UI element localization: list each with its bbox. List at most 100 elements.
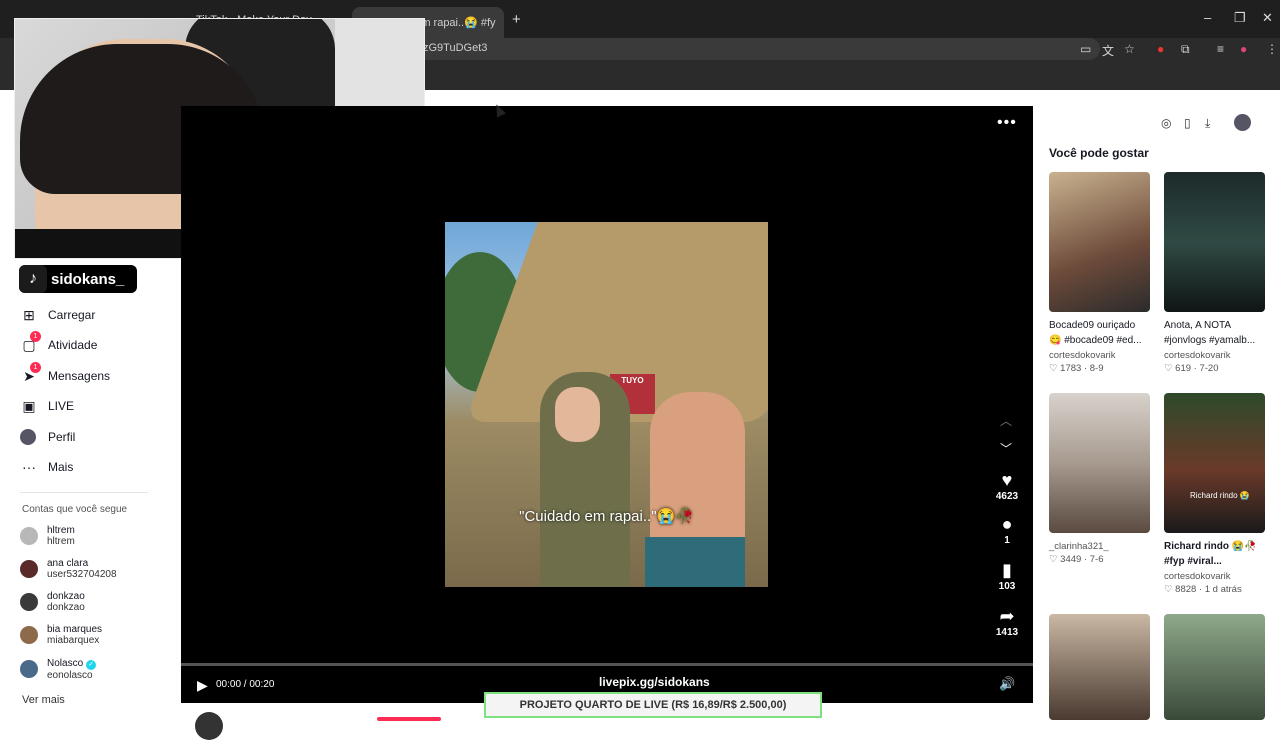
cast-icon[interactable]: ▭ [1080,42,1091,56]
video-subtitle: "Cuidado em rapai.."😭🥀 [445,507,768,525]
share-button[interactable]: ➦ 1413 [990,606,1024,638]
previous-video-icon[interactable]: ︿ [1000,412,1012,429]
comment-button[interactable]: ● 1 [990,514,1024,546]
divider [20,492,148,493]
video-frame[interactable]: TUYO [445,222,768,587]
avatar [20,626,38,644]
tiktok-logo[interactable]: ♪ sidokans_ [19,265,137,293]
nav-messages[interactable]: ➤1 Mensagens [20,364,110,388]
brand-name: sidokans_ [51,271,124,288]
video-thumbnail[interactable]: Richard rindo 😭 [1164,393,1265,533]
account-handle: user532704208 [47,569,117,580]
creator-avatar[interactable] [195,712,223,740]
new-tab-button[interactable]: + [512,11,521,28]
recommended-video[interactable]: Bocade09 ouriçado 😋 #bocade09 #ed... cor… [1049,172,1150,374]
following-account[interactable]: bia marquesmiabarquex [20,620,102,650]
more-options-icon[interactable]: ••• [997,114,1017,132]
share-count: 1413 [990,627,1024,638]
nav-upload[interactable]: ⊞ Carregar [20,303,95,327]
profile-avatar-icon [20,429,36,445]
device-icon[interactable]: ▯ [1184,116,1191,130]
video-thumbnail[interactable] [1049,614,1150,720]
upload-icon: ⊞ [20,307,38,324]
following-account[interactable]: hltremhltrem [20,521,75,551]
video-time: 00:00 / 00:20 [216,679,274,690]
thumbnail-text: Richard rindo 😭 [1190,491,1250,500]
follow-button[interactable] [377,717,441,721]
account-name: bia marques [47,624,102,635]
account-handle: hltrem [47,536,75,547]
donation-goal-banner: PROJETO QUARTO DE LIVE (R$ 16,89/R$ 2.50… [484,692,822,718]
following-account[interactable]: Nolasco✓eonolasco [20,654,96,684]
heart-outline-icon: ♡ [1164,363,1175,374]
video-thumbnail[interactable] [1049,172,1150,312]
recommended-video[interactable]: Anota, A NOTA #jonvlogs #yamalb... corte… [1164,172,1265,374]
following-account[interactable]: donkzaodonkzao [20,587,85,617]
compass-icon[interactable]: ◎ [1161,116,1171,130]
profile-icon[interactable]: ● [1240,42,1247,56]
account-handle: donkzao [47,602,85,613]
share-icon: ➦ [990,606,1024,627]
live-icon: ▣ [20,398,38,415]
see-more-link[interactable]: Ver mais [22,694,65,706]
bookmark-icon: ▮ [990,560,1024,581]
heart-icon: ♥ [990,470,1024,491]
video-author[interactable]: _clarinha321_ [1049,541,1150,552]
bookmark-star-icon[interactable]: ☆ [1124,42,1135,56]
recommendations-title: Você pode gostar [1049,146,1149,160]
like-button[interactable]: ♥ 4623 [990,470,1024,502]
volume-icon[interactable]: 🔊 [999,676,1015,692]
avatar [20,560,38,578]
nav-label: Perfil [48,430,75,444]
activity-icon: ▢1 [20,337,38,354]
browser-menu-icon[interactable]: ⋮ [1266,42,1278,56]
recommended-video[interactable] [1049,614,1150,720]
comment-icon: ● [990,514,1024,535]
video-progress-bar[interactable] [181,663,1033,666]
next-video-icon[interactable]: ﹀ [1000,440,1012,457]
translate-icon[interactable]: 文 [1102,42,1114,59]
close-window-button[interactable]: ✕ [1262,10,1273,26]
media-control-icon[interactable]: ≡ [1217,42,1224,56]
nav-more[interactable]: ··· Mais [20,455,73,479]
video-author[interactable]: cortesdokovarik [1164,571,1265,582]
nav-live[interactable]: ▣ LIVE [20,394,74,418]
nav-label: LIVE [48,399,74,413]
account-handle: eonolasco [47,670,96,681]
recommended-video[interactable] [1164,614,1265,720]
video-thumbnail[interactable] [1164,614,1265,720]
following-account[interactable]: ana clarauser532704208 [20,554,117,584]
following-section-title: Contas que você segue [22,504,127,515]
save-button[interactable]: ▮ 103 [990,560,1024,592]
download-icon[interactable]: ⤓ [1205,116,1210,131]
nav-label: Mensagens [48,369,110,383]
maximize-button[interactable]: ❐ [1234,10,1246,26]
avatar [20,593,38,611]
recommended-video[interactable]: Richard rindo 😭 Richard rindo 😭🥀 #fyp #v… [1164,393,1265,595]
play-icon[interactable]: ▶ [197,677,208,694]
extension-icon[interactable]: ● [1157,42,1164,56]
save-count: 103 [990,581,1024,592]
minimize-button[interactable]: – [1204,10,1211,25]
url-text[interactable]: zG9TuDGet3 [423,42,487,54]
comment-count: 1 [990,535,1024,546]
nav-label: Mais [48,460,73,474]
nav-activity[interactable]: ▢1 Atividade [20,333,97,357]
video-caption: Bocade09 ouriçado 😋 #bocade09 #ed... [1049,318,1150,348]
account-name: Nolasco [47,658,83,669]
recommended-video[interactable]: _clarinha321_ ♡ 3449 · 7-6 [1049,393,1150,565]
verified-badge-icon: ✓ [86,660,96,670]
notification-badge: 1 [30,362,41,373]
nav-profile[interactable]: Perfil [20,425,75,449]
video-stats: ♡ 8828 · 1 d atrás [1164,584,1265,595]
like-count: 4623 [990,491,1024,502]
video-thumbnail[interactable] [1164,172,1265,312]
video-stats: ♡ 619 · 7-20 [1164,363,1265,374]
video-thumbnail[interactable] [1049,393,1150,533]
nav-label: Atividade [48,338,97,352]
video-author[interactable]: cortesdokovarik [1049,350,1150,361]
video-author[interactable]: cortesdokovarik [1164,350,1265,361]
tiktok-note-icon: ♪ [19,265,47,293]
user-avatar[interactable] [1234,114,1251,131]
extensions-puzzle-icon[interactable]: ⧉ [1181,42,1190,57]
